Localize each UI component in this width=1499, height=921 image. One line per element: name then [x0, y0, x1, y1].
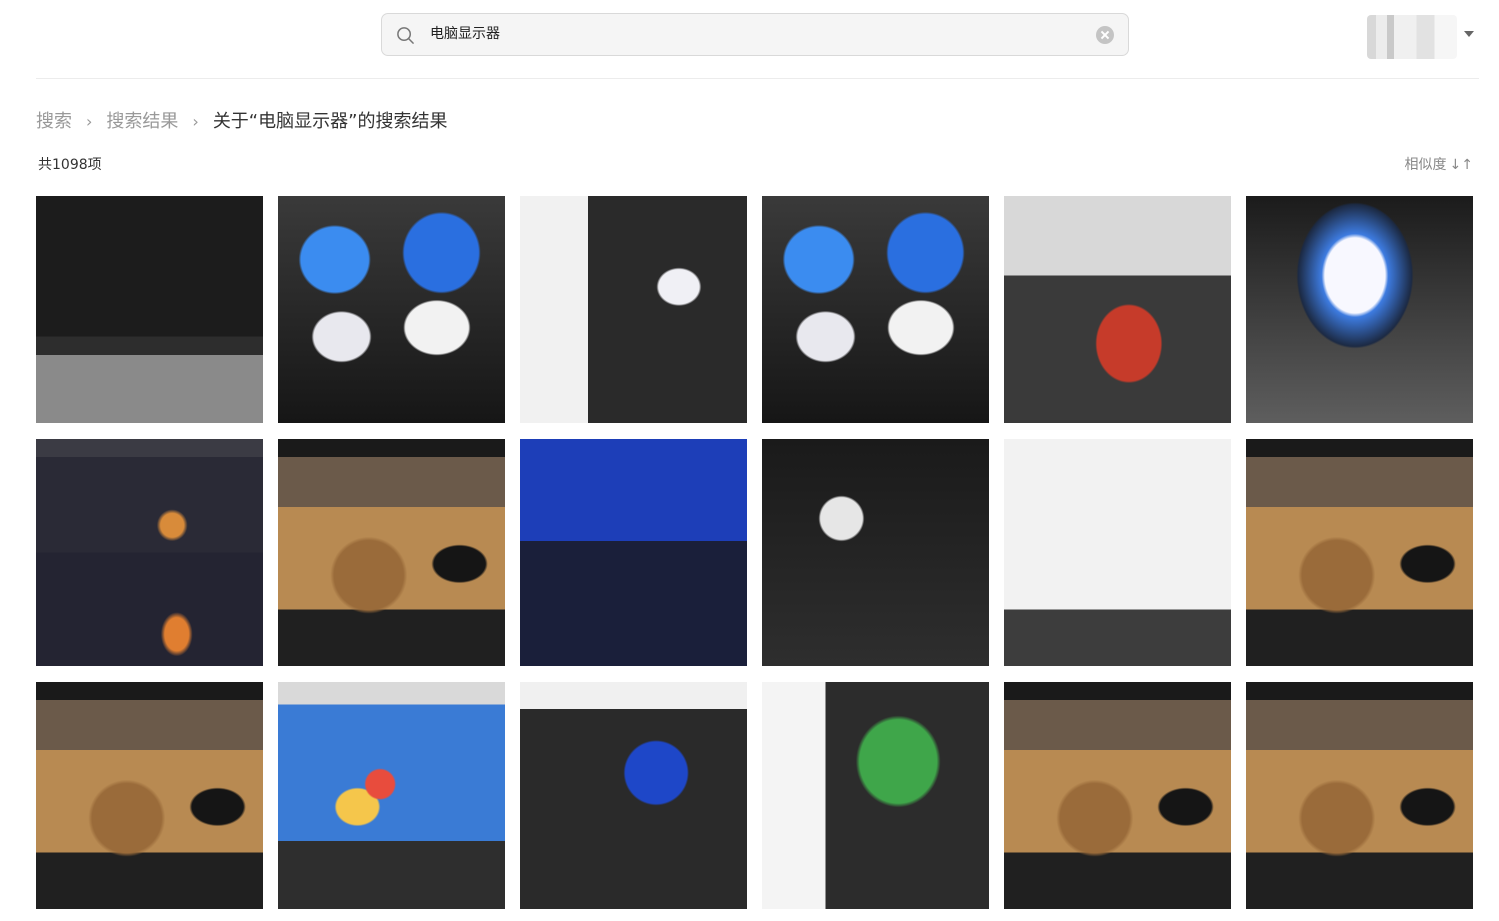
- result-thumbnail[interactable]: [36, 196, 263, 423]
- header-divider: [36, 78, 1479, 79]
- top-bar: 电脑显示器: [0, 0, 1499, 78]
- result-thumbnail[interactable]: [1004, 682, 1231, 909]
- result-count: 共1098项: [38, 157, 102, 173]
- result-thumbnail[interactable]: [278, 439, 505, 666]
- result-thumbnail[interactable]: [278, 196, 505, 423]
- search-input[interactable]: 电脑显示器: [430, 14, 500, 55]
- result-thumbnail[interactable]: [762, 196, 989, 423]
- caret-down-icon[interactable]: [1464, 31, 1474, 37]
- breadcrumb-search[interactable]: 搜索: [36, 109, 72, 135]
- sort-control[interactable]: 相似度 ↓↑: [1405, 155, 1473, 175]
- sort-label[interactable]: 相似度: [1405, 157, 1447, 173]
- result-thumbnail[interactable]: [1246, 682, 1473, 909]
- clear-icon[interactable]: [1096, 26, 1114, 44]
- result-thumbnail[interactable]: [1246, 196, 1473, 423]
- result-thumbnail[interactable]: [762, 682, 989, 909]
- result-thumbnail[interactable]: [520, 196, 747, 423]
- breadcrumb: 搜索 › 搜索结果 › 关于“电脑显示器”的搜索结果: [36, 109, 447, 135]
- result-thumbnail[interactable]: [762, 439, 989, 666]
- search-box[interactable]: 电脑显示器: [381, 13, 1129, 56]
- result-thumbnail[interactable]: [520, 439, 747, 666]
- result-thumbnail[interactable]: [36, 682, 263, 909]
- result-thumbnail[interactable]: [1004, 439, 1231, 666]
- result-thumbnail[interactable]: [36, 439, 263, 666]
- breadcrumb-current: 关于“电脑显示器”的搜索结果: [212, 111, 448, 132]
- result-thumbnail[interactable]: [1004, 196, 1231, 423]
- avatar[interactable]: [1367, 15, 1457, 59]
- result-thumbnail[interactable]: [278, 682, 505, 909]
- breadcrumb-separator: ›: [192, 112, 199, 131]
- result-thumbnail[interactable]: [1246, 439, 1473, 666]
- result-thumbnail[interactable]: [520, 682, 747, 909]
- breadcrumb-separator: ›: [86, 112, 93, 131]
- search-icon[interactable]: [396, 26, 415, 45]
- breadcrumb-results[interactable]: 搜索结果: [106, 109, 178, 135]
- sort-icon[interactable]: ↓↑: [1450, 157, 1473, 173]
